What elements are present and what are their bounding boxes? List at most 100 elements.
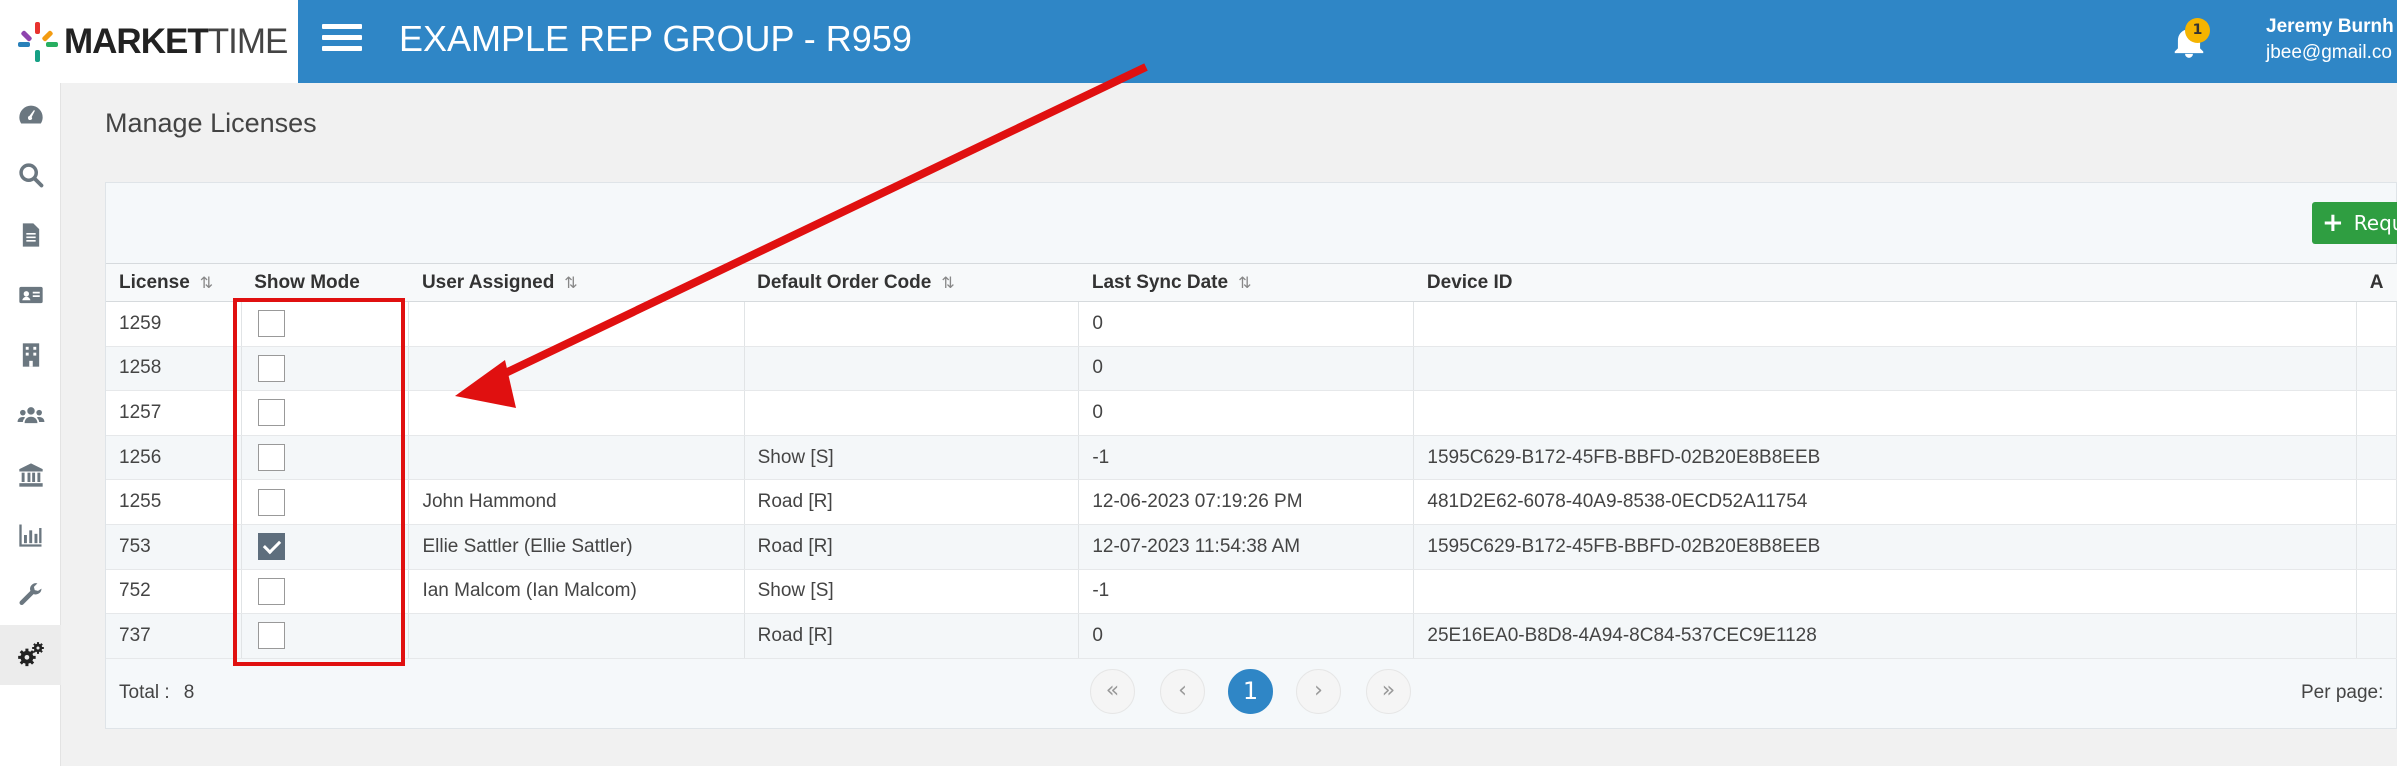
- request-license-button[interactable]: +Reque: [2312, 202, 2397, 244]
- sidebar-item-contacts[interactable]: [0, 265, 61, 325]
- logo[interactable]: MARKETTIME: [0, 0, 298, 83]
- show-mode-checkbox[interactable]: [257, 622, 285, 650]
- menu-toggle-icon[interactable]: [322, 24, 362, 58]
- show-mode-checkbox[interactable]: [257, 399, 285, 427]
- sort-icon[interactable]: ⇅: [200, 273, 213, 293]
- actions-cell: [2356, 524, 2397, 570]
- sort-icon[interactable]: ⇅: [564, 273, 577, 293]
- last-sync-date-cell: 0: [1078, 390, 1415, 436]
- device-id-cell: 25E16EA0-B8D8-4A94-8C84-537CEC9E1128: [1413, 613, 2358, 659]
- actions-cell: [2356, 569, 2397, 615]
- actions-cell: [2356, 301, 2397, 347]
- user-assigned-cell: Ellie Sattler (Ellie Sattler): [408, 524, 745, 570]
- building-icon: [22, 343, 39, 367]
- show-mode-checkbox[interactable]: [257, 577, 285, 605]
- show-mode-cell: [241, 613, 410, 659]
- app-title: EXAMPLE REP GROUP - R959: [399, 18, 912, 59]
- license-cell: 1258: [106, 346, 242, 392]
- page-title: Manage Licenses: [105, 108, 317, 138]
- user-assigned-cell: [408, 301, 745, 347]
- total-count: Total :8: [119, 682, 195, 703]
- last-sync-date-cell: 12-06-2023 07:19:26 PM: [1078, 479, 1415, 525]
- last-sync-date-cell: 0: [1078, 613, 1415, 659]
- license-cell: 1257: [106, 390, 242, 436]
- sidebar-item-reports[interactable]: [0, 505, 61, 565]
- sort-icon[interactable]: ⇅: [1238, 273, 1251, 293]
- table-row: 753 Ellie Sattler (Ellie Sattler) Road [R]…: [106, 524, 2397, 570]
- show-mode-cell: [241, 301, 410, 347]
- users-icon: [17, 407, 44, 424]
- sidebar-item-tools[interactable]: [0, 565, 61, 625]
- column-header-license[interactable]: License ⇅: [106, 263, 242, 302]
- last-sync-date-cell: 0: [1078, 346, 1415, 392]
- bar-chart-icon: [18, 524, 41, 547]
- per-page-label: Per page:: [2301, 682, 2384, 703]
- show-mode-checkbox[interactable]: [257, 488, 285, 516]
- logo-text: MARKETTIME: [64, 21, 288, 61]
- pagination-next-button[interactable]: ›: [1296, 669, 1341, 714]
- actions-cell: [2356, 613, 2397, 659]
- default-order-code-cell: Road [R]: [744, 613, 1080, 659]
- contact-card-icon: [18, 286, 43, 304]
- column-header-last-sync-date[interactable]: Last Sync Date ⇅: [1078, 263, 1414, 302]
- sidebar-item-users[interactable]: [0, 385, 61, 445]
- license-cell: 1259: [106, 301, 242, 347]
- sort-icon[interactable]: ⇅: [941, 273, 954, 293]
- default-order-code-cell: [744, 390, 1080, 436]
- pagination-last-button[interactable]: »: [1366, 669, 1411, 714]
- pagination-prev-button[interactable]: ‹: [1160, 669, 1205, 714]
- user-name[interactable]: Jeremy Burnh: [2266, 16, 2394, 38]
- user-assigned-cell: [408, 613, 745, 659]
- default-order-code-cell: Road [R]: [744, 479, 1080, 525]
- column-header-device-id: Device ID: [1413, 263, 2357, 302]
- show-mode-checkbox[interactable]: [257, 310, 285, 338]
- license-cell: 752: [106, 569, 242, 615]
- table-row: 1259 0: [106, 301, 2397, 347]
- column-header-show-mode: Show Mode: [241, 263, 409, 302]
- pagination-page-1[interactable]: 1: [1228, 669, 1273, 714]
- sidebar-item-companies[interactable]: [0, 325, 61, 385]
- sidebar-item-documents[interactable]: [0, 205, 61, 265]
- actions-cell: [2356, 390, 2397, 436]
- sidebar: [0, 83, 61, 766]
- show-mode-checkbox[interactable]: [257, 444, 285, 472]
- show-mode-checkbox[interactable]: [257, 533, 285, 561]
- table-row: 1256 Show [S] -1 1595C629-B172-45FB-BBFD-02…: [106, 435, 2397, 481]
- last-sync-date-cell: -1: [1078, 569, 1415, 615]
- bank-icon: [18, 463, 43, 487]
- show-mode-cell: [241, 390, 410, 436]
- sidebar-item-settings[interactable]: [0, 625, 61, 685]
- sidebar-item-dashboard[interactable]: [0, 85, 61, 145]
- column-header-user-assigned[interactable]: User Assigned ⇅: [408, 263, 745, 302]
- search-icon: [18, 163, 43, 188]
- last-sync-date-cell: 12-07-2023 11:54:38 AM: [1078, 524, 1415, 570]
- wrench-icon: [18, 583, 42, 605]
- device-id-cell: [1413, 346, 2358, 392]
- sidebar-item-search[interactable]: [0, 145, 61, 205]
- default-order-code-cell: [744, 301, 1080, 347]
- default-order-code-cell: Road [R]: [744, 524, 1080, 570]
- table-header-row: License ⇅ Show Mode User Assigned ⇅ Defaul…: [106, 263, 2397, 302]
- table-row: 752 Ian Malcom (Ian Malcom) Show [S] -1: [106, 569, 2397, 615]
- actions-cell: [2356, 435, 2397, 481]
- device-id-cell: 1595C629-B172-45FB-BBFD-02B20E8B8EEB: [1413, 524, 2358, 570]
- show-mode-cell: [241, 435, 410, 481]
- sidebar-item-bank[interactable]: [0, 445, 61, 505]
- table-row: 1257 0: [106, 390, 2397, 436]
- device-id-cell: 1595C629-B172-45FB-BBFD-02B20E8B8EEB: [1413, 435, 2358, 481]
- table-row: 1258 0: [106, 346, 2397, 392]
- user-assigned-cell: John Hammond: [408, 479, 745, 525]
- user-assigned-cell: [408, 346, 745, 392]
- show-mode-checkbox[interactable]: [257, 354, 285, 382]
- last-sync-date-cell: 0: [1078, 301, 1415, 347]
- column-header-default-order-code[interactable]: Default Order Code ⇅: [744, 263, 1079, 302]
- last-sync-date-cell: -1: [1078, 435, 1415, 481]
- device-id-cell: 481D2E62-6078-40A9-8538-0ECD52A11754: [1413, 479, 2358, 525]
- show-mode-cell: [241, 346, 410, 392]
- pagination-first-button[interactable]: «: [1090, 669, 1135, 714]
- licenses-table: License ⇅ Show Mode User Assigned ⇅ Defaul…: [106, 263, 2397, 659]
- license-cell: 1255: [106, 479, 242, 525]
- column-header-actions: A: [2356, 263, 2397, 302]
- document-icon: [22, 223, 39, 247]
- license-cell: 753: [106, 524, 242, 570]
